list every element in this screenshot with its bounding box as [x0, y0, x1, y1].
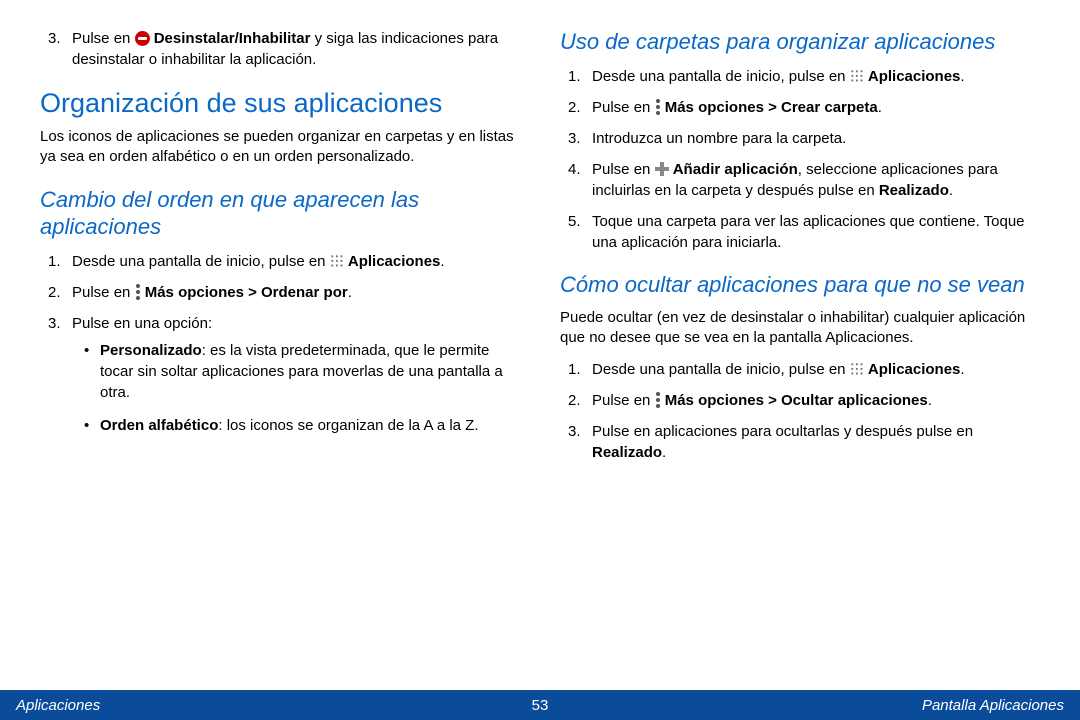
apps-grid-icon	[330, 254, 344, 268]
footer-page-number: 53	[365, 697, 714, 714]
text-bold: Más opciones > Ocultar aplicaciones	[665, 392, 928, 409]
text-bold: Aplicaciones	[868, 68, 961, 85]
step-1: 1. Desde una pantalla de inicio, pulse e…	[560, 66, 1040, 87]
text: Desde una pantalla de inicio, pulse en	[72, 253, 330, 270]
text-bold: Aplicaciones	[348, 253, 441, 270]
right-column: Uso de carpetas para organizar aplicacio…	[560, 28, 1040, 690]
change-order-steps: 1. Desde una pantalla de inicio, pulse e…	[40, 251, 520, 436]
step-number: 1.	[568, 359, 581, 380]
text: .	[440, 253, 444, 270]
page: 3. Pulse en Desinstalar/Inhabilitar y si…	[0, 0, 1080, 720]
text: Pulse en	[72, 284, 135, 301]
step-2: 2. Pulse en Más opciones > Ocultar aplic…	[560, 390, 1040, 411]
intro-text: Los iconos de aplicaciones se pueden org…	[40, 127, 520, 168]
step-number: 1.	[48, 251, 61, 272]
text: Pulse en	[592, 161, 655, 178]
step-1: 1. Desde una pantalla de inicio, pulse e…	[40, 251, 520, 272]
step-number: 2.	[48, 282, 61, 303]
step-number: 3.	[48, 28, 61, 49]
text-bold: Más opciones > Crear carpeta	[665, 99, 878, 116]
apps-grid-icon	[850, 362, 864, 376]
step-number: 5.	[568, 211, 581, 232]
text: .	[928, 392, 932, 409]
footer-right: Pantalla Aplicaciones	[715, 697, 1064, 714]
left-column: 3. Pulse en Desinstalar/Inhabilitar y si…	[40, 28, 520, 690]
text-bold: Realizado	[879, 182, 949, 199]
step-3: 3. Pulse en aplicaciones para ocultarlas…	[560, 421, 1040, 463]
text: .	[949, 182, 953, 199]
step-3: 3. Introduzca un nombre para la carpeta.	[560, 128, 1040, 149]
option-bullets: Personalizado: es la vista predeterminad…	[72, 340, 520, 436]
step-5: 5. Toque una carpeta para ver las aplica…	[560, 211, 1040, 253]
text: Desde una pantalla de inicio, pulse en	[592, 68, 850, 85]
step-3: 3. Pulse en una opción: Personalizado: e…	[40, 313, 520, 436]
footer: Aplicaciones 53 Pantalla Aplicaciones	[0, 690, 1080, 720]
step-2: 2. Pulse en Más opciones > Crear carpeta…	[560, 97, 1040, 118]
heading-folders: Uso de carpetas para organizar aplicacio…	[560, 28, 1040, 56]
text: Pulse en	[592, 99, 655, 116]
text: Pulse en	[592, 392, 655, 409]
heading-change-order: Cambio del orden en que aparecen las apl…	[40, 186, 520, 241]
footer-left: Aplicaciones	[16, 697, 365, 714]
step-2: 2. Pulse en Más opciones > Ordenar por.	[40, 282, 520, 303]
text: .	[878, 99, 882, 116]
step-number: 4.	[568, 159, 581, 180]
uninstall-list: 3. Pulse en Desinstalar/Inhabilitar y si…	[40, 28, 520, 70]
remove-icon	[135, 31, 150, 46]
text-bold: Personalizado	[100, 342, 202, 359]
text: .	[662, 444, 666, 461]
plus-icon	[655, 162, 669, 176]
heading-hide: Cómo ocultar aplicaciones para que no se…	[560, 271, 1040, 299]
step-4: 4. Pulse en Añadir aplicación, seleccion…	[560, 159, 1040, 201]
text-bold: Realizado	[592, 444, 662, 461]
more-options-icon	[655, 392, 661, 408]
step-number: 2.	[568, 97, 581, 118]
text: Pulse en una opción:	[72, 315, 212, 332]
text: Pulse en	[72, 30, 135, 47]
step-number: 3.	[568, 421, 581, 442]
text-bold: Orden alfabético	[100, 417, 218, 434]
bullet-custom: Personalizado: es la vista predeterminad…	[72, 340, 520, 403]
folders-steps: 1. Desde una pantalla de inicio, pulse e…	[560, 66, 1040, 253]
step-number: 3.	[48, 313, 61, 334]
text: .	[960, 361, 964, 378]
text: Pulse en aplicaciones para ocultarlas y …	[592, 423, 973, 440]
content: 3. Pulse en Desinstalar/Inhabilitar y si…	[0, 0, 1080, 690]
step-number: 1.	[568, 66, 581, 87]
hide-steps: 1. Desde una pantalla de inicio, pulse e…	[560, 359, 1040, 463]
step-number: 3.	[568, 128, 581, 149]
text: .	[960, 68, 964, 85]
more-options-icon	[135, 284, 141, 300]
text-bold: Añadir aplicación	[673, 161, 798, 178]
text: Desde una pantalla de inicio, pulse en	[592, 361, 850, 378]
text: Toque una carpeta para ver las aplicacio…	[592, 213, 1025, 251]
apps-grid-icon	[850, 69, 864, 83]
text: : los iconos se organizan de la A a la Z…	[218, 417, 478, 434]
step-number: 2.	[568, 390, 581, 411]
text: .	[348, 284, 352, 301]
heading-organize: Organización de sus aplicaciones	[40, 88, 520, 119]
text-bold: Más opciones > Ordenar por	[145, 284, 348, 301]
more-options-icon	[655, 99, 661, 115]
bullet-alpha: Orden alfabético: los iconos se organiza…	[72, 415, 520, 436]
step-1: 1. Desde una pantalla de inicio, pulse e…	[560, 359, 1040, 380]
text-bold: Aplicaciones	[868, 361, 961, 378]
hide-intro: Puede ocultar (en vez de desinstalar o i…	[560, 308, 1040, 349]
text: Introduzca un nombre para la carpeta.	[592, 130, 846, 147]
uninstall-step-3: 3. Pulse en Desinstalar/Inhabilitar y si…	[40, 28, 520, 70]
text-bold: Desinstalar/Inhabilitar	[154, 30, 311, 47]
